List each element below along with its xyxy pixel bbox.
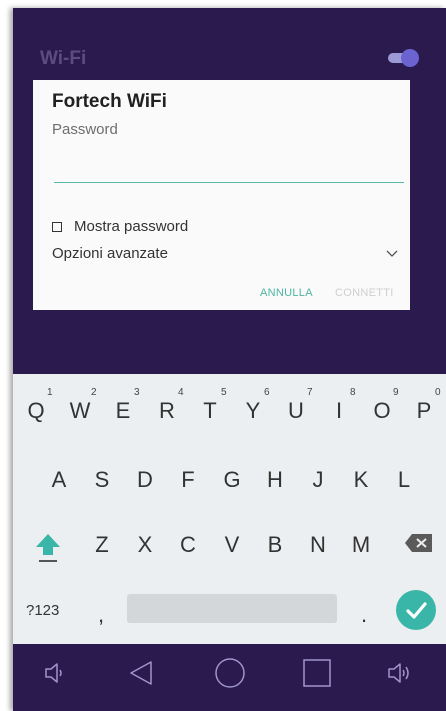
key-p-hint: 0 (435, 387, 441, 398)
shift-icon[interactable] (33, 530, 63, 564)
key-r-hint: 4 (178, 387, 184, 398)
key-j[interactable]: J (303, 467, 333, 493)
key-n[interactable]: N (303, 532, 333, 558)
key-p[interactable]: P (409, 398, 439, 424)
key-l[interactable]: L (389, 467, 419, 493)
key-x[interactable]: X (130, 532, 160, 558)
navigation-bar (13, 644, 446, 711)
cancel-button[interactable]: ANNULLA (260, 287, 313, 299)
key-b[interactable]: B (260, 532, 290, 558)
key-e[interactable]: E (108, 398, 138, 424)
show-password-row[interactable]: Mostra password (52, 218, 188, 235)
key-q-hint: 1 (47, 387, 53, 398)
key-i[interactable]: I (324, 398, 354, 424)
key-t[interactable]: T (195, 398, 225, 424)
backspace-icon[interactable] (403, 532, 435, 554)
key-h[interactable]: H (260, 467, 290, 493)
key-c[interactable]: C (173, 532, 203, 558)
key-t-hint: 5 (221, 387, 227, 398)
show-password-checkbox[interactable] (52, 221, 62, 232)
key-i-hint: 8 (350, 387, 356, 398)
key-d[interactable]: D (130, 467, 160, 493)
symbols-key[interactable]: ?123 (26, 602, 59, 619)
recents-icon[interactable] (301, 657, 333, 689)
toggle-knob (401, 49, 419, 67)
key-k[interactable]: K (346, 467, 376, 493)
key-y-hint: 6 (264, 387, 270, 398)
wifi-toggle[interactable] (384, 48, 422, 68)
key-o-hint: 9 (393, 387, 399, 398)
connect-button[interactable]: CONNETTI (335, 287, 394, 299)
soft-keyboard: Q 1 W 2 E 3 R 4 T 5 Y 6 U 7 I 8 O 9 P 0 … (13, 374, 446, 644)
key-w[interactable]: W (65, 398, 95, 424)
space-bar[interactable] (127, 594, 337, 623)
volume-down-icon[interactable] (41, 659, 69, 687)
key-r[interactable]: R (152, 398, 182, 424)
key-g[interactable]: G (217, 467, 247, 493)
key-z[interactable]: Z (87, 532, 117, 558)
back-icon[interactable] (125, 657, 157, 689)
wifi-header-title: Wi-Fi (40, 48, 87, 69)
comma-key[interactable]: , (98, 602, 104, 628)
key-q[interactable]: Q (21, 398, 51, 424)
advanced-options-label[interactable]: Opzioni avanzate (52, 245, 168, 262)
key-u[interactable]: U (281, 398, 311, 424)
password-underline (54, 182, 404, 183)
period-key[interactable]: . (361, 602, 367, 628)
key-w-hint: 2 (91, 387, 97, 398)
network-name: Fortech WiFi (52, 91, 167, 112)
wifi-password-dialog: Fortech WiFi Password Mostra password Op… (33, 80, 410, 310)
show-password-label: Mostra password (74, 218, 189, 235)
password-input[interactable] (52, 150, 406, 182)
device-frame: Wi-Fi Fortech WiFi Password Mostra passw… (0, 0, 446, 711)
key-e-hint: 3 (134, 387, 140, 398)
key-s[interactable]: S (87, 467, 117, 493)
phone-screen: Wi-Fi Fortech WiFi Password Mostra passw… (13, 8, 446, 711)
volume-up-icon[interactable] (385, 659, 417, 687)
password-label: Password (52, 121, 118, 138)
enter-button[interactable] (396, 590, 436, 630)
key-v[interactable]: V (217, 532, 247, 558)
key-m[interactable]: M (346, 532, 376, 558)
checkmark-icon (406, 602, 427, 619)
key-f[interactable]: F (173, 467, 203, 493)
chevron-down-icon[interactable] (385, 248, 399, 258)
key-o[interactable]: O (367, 398, 397, 424)
key-u-hint: 7 (307, 387, 313, 398)
home-icon[interactable] (213, 656, 247, 690)
key-a[interactable]: A (44, 467, 74, 493)
key-y[interactable]: Y (238, 398, 268, 424)
